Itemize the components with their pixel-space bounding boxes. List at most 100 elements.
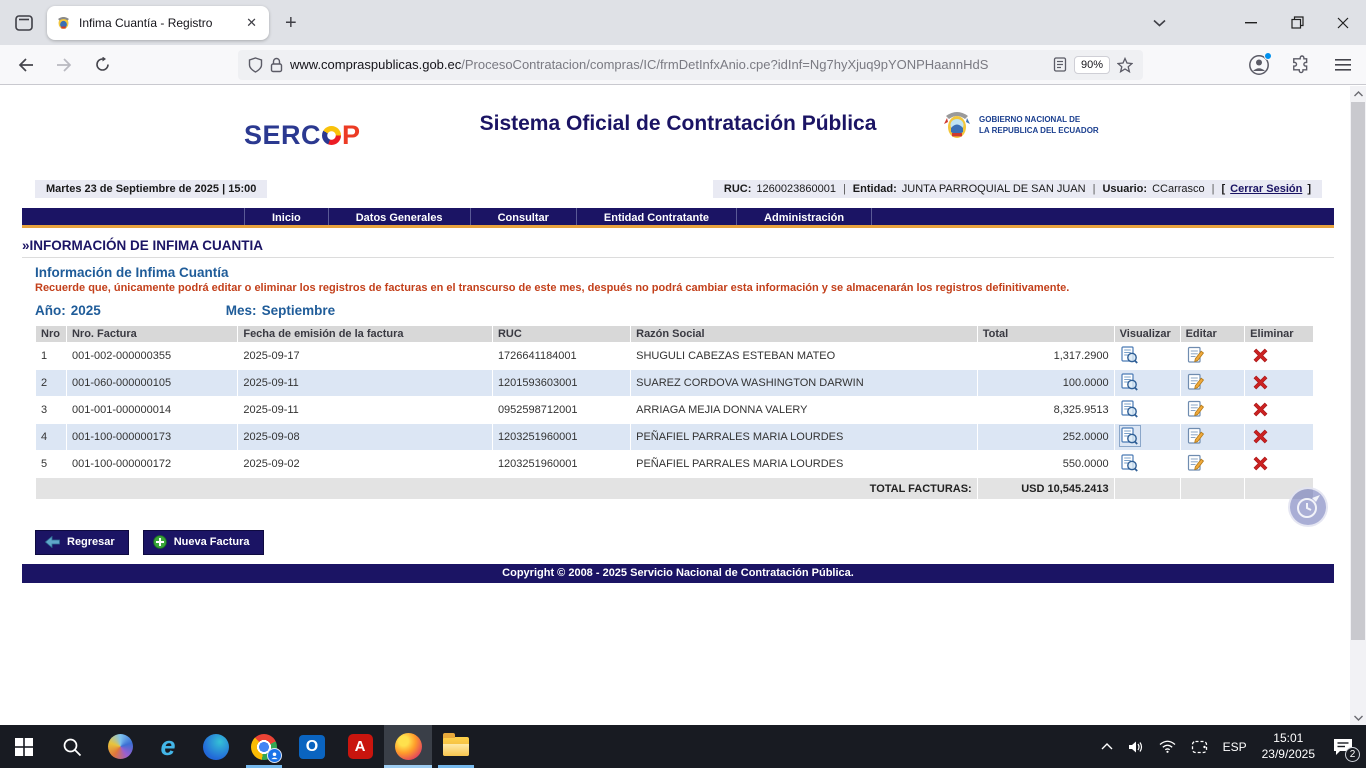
tray-notifications-icon[interactable]: 2: [1330, 736, 1356, 758]
editar-icon[interactable]: [1186, 345, 1206, 365]
window-restore-button[interactable]: [1274, 4, 1320, 42]
floating-clock-widget[interactable]: [1288, 487, 1328, 527]
tab-favicon-ecuador-arms-icon: [56, 15, 71, 30]
tracking-shield-icon[interactable]: [248, 57, 263, 73]
tray-wifi-icon[interactable]: [1159, 740, 1176, 753]
taskbar-acrobat-icon[interactable]: A: [336, 725, 384, 768]
eliminar-icon[interactable]: [1250, 345, 1270, 365]
taskbar-edge-icon[interactable]: [192, 725, 240, 768]
scroll-down-icon[interactable]: [1350, 710, 1366, 725]
window-minimize-button[interactable]: [1228, 4, 1274, 42]
regresar-button[interactable]: Regresar: [35, 530, 129, 555]
editar-icon[interactable]: [1186, 399, 1206, 419]
table-row: 5 001-100-000000172 2025-09-02 120325196…: [36, 451, 1313, 477]
taskbar-outlook-icon[interactable]: O: [288, 725, 336, 768]
extensions-puzzle-icon[interactable]: [1288, 52, 1314, 78]
taskbar-search-icon[interactable]: [48, 725, 96, 768]
reload-icon[interactable]: [86, 50, 118, 80]
col-factura: Nro. Factura: [67, 326, 237, 342]
editar-icon[interactable]: [1186, 426, 1206, 446]
nav-item-entidad-contratante[interactable]: Entidad Contratante: [576, 208, 736, 225]
editar-icon[interactable]: [1186, 372, 1206, 392]
ruc-label: RUC:: [724, 183, 752, 195]
nueva-factura-button[interactable]: Nueva Factura: [143, 530, 264, 555]
visualizar-icon[interactable]: [1120, 426, 1140, 446]
menu-hamburger-icon[interactable]: [1330, 52, 1356, 78]
bookmark-star-icon[interactable]: [1117, 57, 1133, 73]
eliminar-icon[interactable]: [1250, 426, 1270, 446]
sercop-logo: SERCP: [244, 120, 361, 151]
tray-language-indicator[interactable]: ESP: [1223, 740, 1247, 754]
new-tab-button[interactable]: +: [285, 13, 297, 33]
nav-item-datos-generales[interactable]: Datos Generales: [328, 208, 470, 225]
visualizar-icon[interactable]: [1120, 372, 1140, 392]
url-text[interactable]: www.compraspublicas.gob.ec/ProcesoContra…: [290, 57, 1046, 72]
total-label: TOTAL FACTURAS:: [36, 478, 977, 499]
col-eliminar: Eliminar: [1245, 326, 1313, 342]
account-icon[interactable]: [1246, 52, 1272, 78]
back-icon[interactable]: [10, 50, 42, 80]
session-box: RUC: 1260023860001 | Entidad: JUNTA PARR…: [713, 180, 1322, 198]
mes-field: Mes: Septiembre: [226, 303, 335, 318]
taskbar-internet-explorer-icon[interactable]: e: [144, 725, 192, 768]
total-value: USD 10,545.2413: [978, 478, 1114, 499]
scrollbar-thumb[interactable]: [1351, 102, 1365, 640]
scroll-up-icon[interactable]: [1350, 86, 1366, 101]
sercop-logo-o-icon: [322, 126, 341, 145]
account-notification-dot: [1264, 52, 1272, 60]
table-header-row: Nro Nro. Factura Fecha de emisión de la …: [36, 326, 1313, 342]
visualizar-icon[interactable]: [1120, 345, 1140, 365]
url-bar[interactable]: www.compraspublicas.gob.ec/ProcesoContra…: [238, 50, 1143, 80]
warning-message: Recuerde que, únicamente podrá editar o …: [35, 282, 1334, 294]
table-row: 2 001-060-000000105 2025-09-11 120159360…: [36, 370, 1313, 396]
forward-icon[interactable]: [48, 50, 80, 80]
eliminar-icon[interactable]: [1250, 399, 1270, 419]
start-button[interactable]: [0, 725, 48, 768]
reader-view-icon[interactable]: [1053, 57, 1067, 72]
logout-link[interactable]: Cerrar Sesión: [1230, 183, 1302, 195]
visualizar-icon[interactable]: [1120, 399, 1140, 419]
taskbar-firefox-icon[interactable]: [384, 725, 432, 768]
ecuador-coat-of-arms-icon: [942, 108, 972, 142]
info-bar: Martes 23 de Septiembre de 2025 | 15:00 …: [22, 180, 1334, 198]
browser-tab[interactable]: Infima Cuantía - Registro ✕: [47, 6, 269, 40]
main-navigation: Inicio Datos Generales Consultar Entidad…: [22, 208, 1334, 228]
vertical-scrollbar[interactable]: [1350, 86, 1366, 725]
lock-icon[interactable]: [270, 57, 283, 73]
action-buttons: Regresar Nueva Factura: [35, 530, 1334, 555]
tray-cast-icon[interactable]: [1191, 740, 1208, 754]
system-tray: ESP 15:01 23/9/2025 2: [1101, 725, 1366, 768]
taskbar-file-explorer-icon[interactable]: [432, 725, 480, 768]
datetime-box: Martes 23 de Septiembre de 2025 | 15:00: [35, 180, 267, 198]
eliminar-icon[interactable]: [1250, 372, 1270, 392]
government-logo: GOBIERNO NACIONAL DE LA REPUBLICA DEL EC…: [942, 108, 1099, 142]
taskbar-copilot-icon[interactable]: [96, 725, 144, 768]
plus-circle-icon: [153, 535, 167, 549]
tab-title: Infima Cuantía - Registro: [79, 16, 243, 30]
table-row: 1 001-002-000000355 2025-09-17 172664118…: [36, 343, 1313, 369]
nav-item-administracion[interactable]: Administración: [736, 208, 872, 225]
col-fecha: Fecha de emisión de la factura: [238, 326, 492, 342]
browser-toolbar: www.compraspublicas.gob.ec/ProcesoContra…: [0, 45, 1366, 85]
nav-item-inicio[interactable]: Inicio: [244, 208, 328, 225]
period-line: Año: 2025 Mes: Septiembre: [35, 303, 1334, 318]
tab-close-icon[interactable]: ✕: [243, 15, 260, 30]
window-close-button[interactable]: [1320, 4, 1366, 42]
col-razon-social: Razón Social: [631, 326, 977, 342]
zoom-level-badge[interactable]: 90%: [1074, 56, 1110, 74]
tray-chevron-up-icon[interactable]: [1101, 743, 1113, 750]
tray-clock[interactable]: 15:01 23/9/2025: [1262, 731, 1315, 762]
ruc-value: 1260023860001: [756, 183, 836, 195]
tray-volume-icon[interactable]: [1128, 740, 1144, 754]
editar-icon[interactable]: [1186, 453, 1206, 473]
back-arrow-icon: [45, 536, 60, 548]
nav-item-consultar[interactable]: Consultar: [470, 208, 576, 225]
visualizar-icon[interactable]: [1120, 453, 1140, 473]
col-nro: Nro: [36, 326, 66, 342]
taskbar-chrome-icon[interactable]: [240, 725, 288, 768]
firefox-view-icon[interactable]: [9, 8, 39, 38]
col-editar: Editar: [1181, 326, 1245, 342]
list-all-tabs-icon[interactable]: [1136, 4, 1182, 42]
usuario-value: CCarrasco: [1152, 183, 1205, 195]
eliminar-icon[interactable]: [1250, 453, 1270, 473]
